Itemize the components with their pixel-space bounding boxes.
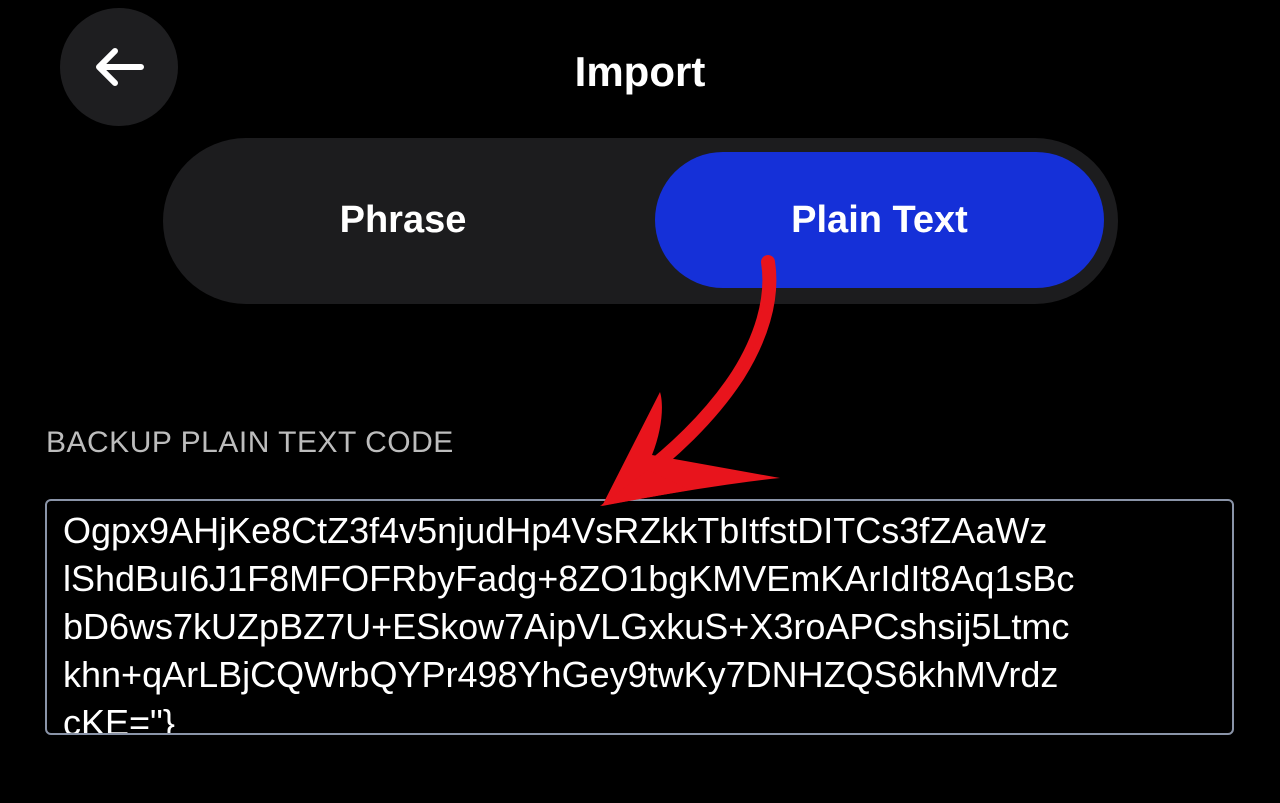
tab-phrase[interactable]: Phrase [173, 152, 633, 288]
backup-code-value: Ogpx9AHjKe8CtZ3f4v5njudHp4VsRZkkTbItfstD… [63, 510, 1075, 735]
page-title: Import [574, 48, 706, 95]
tab-plain-text[interactable]: Plain Text [655, 152, 1104, 288]
import-mode-toggle: Phrase Plain Text [163, 138, 1118, 304]
backup-code-field[interactable]: Ogpx9AHjKe8CtZ3f4v5njudHp4VsRZkkTbItfstD… [45, 499, 1234, 735]
backup-code-label: BACKUP PLAIN TEXT CODE [46, 426, 454, 459]
import-screen: Import Phrase Plain Text BACKUP PLAIN TE… [0, 0, 1280, 803]
